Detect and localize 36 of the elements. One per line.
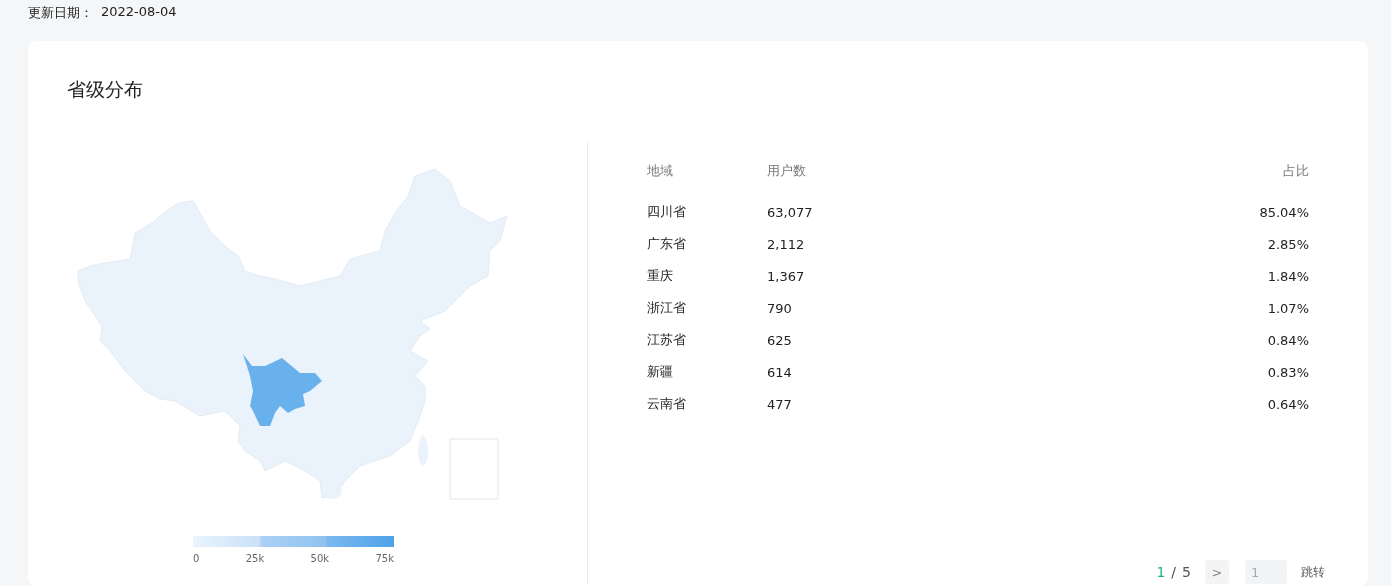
legend-tick: 50k [310,553,330,564]
table-cell-text: 重庆 [647,267,674,285]
legend-tick: 25k [245,553,265,564]
table-cell-text: 2,112 [767,236,806,252]
table-cell: 1.07% [1267,300,1309,316]
table-cell-text: 四川省 [647,203,687,221]
table-cell-text: 浙江省 [647,299,687,317]
table-cell-text: 广东省 [647,235,687,253]
card-title: 省级分布 [67,77,144,102]
jump-button[interactable]: 跳转 [1297,563,1329,581]
column-header: 占比 [1283,162,1309,180]
legend-tick: 75k [375,553,394,564]
table-cell-text: 63,077 [767,204,814,220]
table-cell-text: 790 [767,300,793,316]
table-cell: 1.84% [1267,268,1309,284]
page-input[interactable]: 1 [1245,560,1287,584]
table-cell-text: 1,367 [767,268,806,284]
table-cell-text: 614 [767,364,793,380]
total-pages: 5 [1182,564,1191,580]
table-cell-text: 625 [767,332,793,348]
table-cell: 85.04% [1259,204,1309,220]
table-cell: 0.83% [1267,364,1309,380]
table-cell: 2.85% [1267,236,1309,252]
current-page: 1 [1156,564,1166,580]
column-header: 用户数 [767,162,807,180]
table-cell: 0.64% [1267,396,1309,412]
table-cell-text: 477 [767,396,793,412]
page-separator: / [1171,564,1177,580]
table-cell: 0.84% [1267,332,1309,348]
update-date: 2022-08-04 [101,4,177,21]
column-header: 地域 [647,162,674,180]
table-cell-text: 云南省 [647,395,687,413]
update-label: 更新日期： [28,4,93,22]
table-cell-text: 江苏省 [647,331,687,349]
table-cell-text: 新疆 [647,363,674,381]
legend-tick: 0 [193,553,200,564]
